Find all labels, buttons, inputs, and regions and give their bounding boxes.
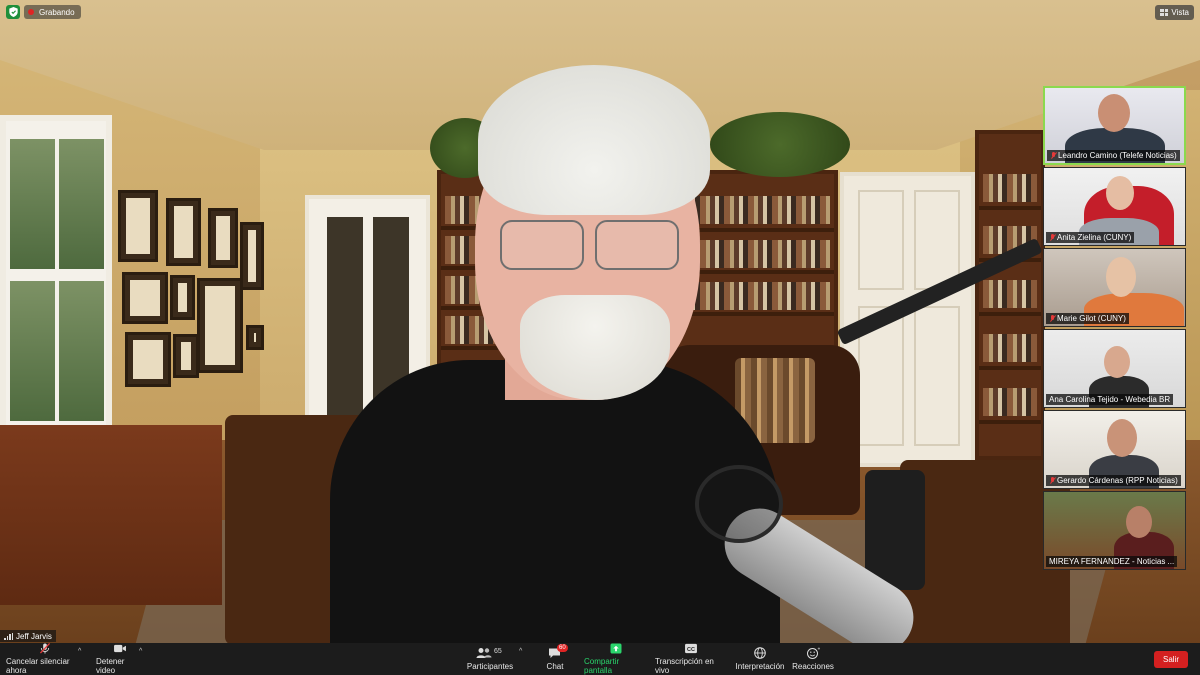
transcription-label: Transcripción en vivo xyxy=(655,657,714,675)
chat-badge: 60 xyxy=(557,644,568,652)
leave-button[interactable]: Salir xyxy=(1154,651,1188,668)
participants-label: Participantes xyxy=(466,662,514,671)
unmute-label: Cancelar silenciar ahora xyxy=(6,657,70,675)
closed-captions-icon: CC xyxy=(685,643,697,654)
participants-count: 65 xyxy=(494,648,502,655)
mic-muted-icon xyxy=(1049,233,1055,242)
recording-indicator[interactable]: Grabando xyxy=(24,5,81,19)
participant-name: MIREYA FERNANDEZ - Noticias ... xyxy=(1046,556,1178,567)
share-label: Compartir pantalla xyxy=(584,657,620,675)
participant-name: Gerardo Cárdenas (RPP Noticias) xyxy=(1046,475,1181,486)
speaker-name-tag: Jeff Jarvis xyxy=(0,630,56,642)
wall-picture xyxy=(166,198,201,266)
speaker-name: Jeff Jarvis xyxy=(16,631,52,641)
participant-name: Marie Gilot (CUNY) xyxy=(1046,313,1129,324)
room-window xyxy=(0,115,112,445)
wall-picture xyxy=(125,332,171,387)
svg-text:+: + xyxy=(818,647,821,653)
participants-button[interactable]: 65 Participantes xyxy=(467,643,513,675)
participant-name: Anita Zielina (CUNY) xyxy=(1046,232,1135,243)
wooden-bench xyxy=(0,425,222,605)
chat-icon: 60 xyxy=(548,644,568,659)
interpretation-label: Interpretación xyxy=(735,662,785,671)
wall-picture xyxy=(173,334,199,378)
view-label: Vista xyxy=(1171,8,1189,17)
participant-tile[interactable]: Anita Zielina (CUNY) xyxy=(1043,167,1186,246)
globe-icon xyxy=(754,647,766,659)
grid-view-icon xyxy=(1160,9,1169,16)
participant-tile[interactable]: Ana Carolina Tejido - Webedia BR xyxy=(1043,329,1186,408)
encryption-shield-icon[interactable] xyxy=(6,5,20,19)
participant-tile[interactable]: MIREYA FERNANDEZ - Noticias ... xyxy=(1043,491,1186,570)
pop-filter xyxy=(695,465,783,543)
wall-picture xyxy=(170,275,195,320)
mic-muted-icon xyxy=(1050,151,1056,160)
svg-text:CC: CC xyxy=(687,647,695,653)
chevron-up-icon[interactable]: ^ xyxy=(519,648,522,655)
live-transcription-button[interactable]: CC Transcripción en vivo xyxy=(655,643,727,675)
participant-tile[interactable]: Leandro Camino (Telefe Noticias) xyxy=(1043,86,1186,165)
mic-muted-icon xyxy=(39,643,51,654)
wall-picture xyxy=(246,325,264,350)
bookcase xyxy=(975,130,1045,460)
wall-picture xyxy=(208,208,238,268)
share-screen-button[interactable]: Compartir pantalla xyxy=(584,643,648,675)
view-button[interactable]: Vista xyxy=(1155,5,1194,20)
speaker-person xyxy=(330,60,780,643)
stop-video-button[interactable]: Detener video xyxy=(96,643,144,675)
wall-picture xyxy=(197,278,243,373)
mic-muted-icon xyxy=(1049,314,1055,323)
wall-picture xyxy=(122,272,168,324)
wall-picture xyxy=(118,190,158,262)
chevron-up-icon[interactable]: ^ xyxy=(78,648,81,655)
reactions-label: Reacciones xyxy=(792,662,834,671)
share-screen-icon xyxy=(610,643,622,654)
chat-label: Chat xyxy=(546,662,564,671)
unmute-button[interactable]: Cancelar silenciar ahora xyxy=(6,643,84,675)
interpretation-button[interactable]: Interpretación xyxy=(736,643,784,675)
participant-tile[interactable]: Marie Gilot (CUNY) xyxy=(1043,248,1186,327)
wall-picture xyxy=(240,222,264,290)
video-camera-icon xyxy=(114,644,126,653)
participant-tile[interactable]: Gerardo Cárdenas (RPP Noticias) xyxy=(1043,410,1186,489)
signal-strength-icon xyxy=(4,632,13,640)
emoji-icon: + xyxy=(807,647,821,659)
stop-video-label: Detener video xyxy=(96,657,125,675)
mic-muted-icon xyxy=(1049,476,1055,485)
chat-button[interactable]: 60 Chat xyxy=(543,643,568,675)
main-speaker-video xyxy=(0,0,1200,643)
chevron-up-icon[interactable]: ^ xyxy=(139,648,142,655)
recording-dot-icon xyxy=(28,9,34,15)
reactions-button[interactable]: + Reacciones xyxy=(792,643,834,675)
recording-label: Grabando xyxy=(39,7,75,17)
participants-icon: 65 xyxy=(476,647,504,659)
participant-name: Leandro Camino (Telefe Noticias) xyxy=(1047,150,1180,161)
meeting-toolbar: Cancelar silenciar ahora ^ Detener video… xyxy=(0,643,1200,675)
participant-name: Ana Carolina Tejido - Webedia BR xyxy=(1046,394,1174,405)
mic-mount xyxy=(865,470,925,590)
